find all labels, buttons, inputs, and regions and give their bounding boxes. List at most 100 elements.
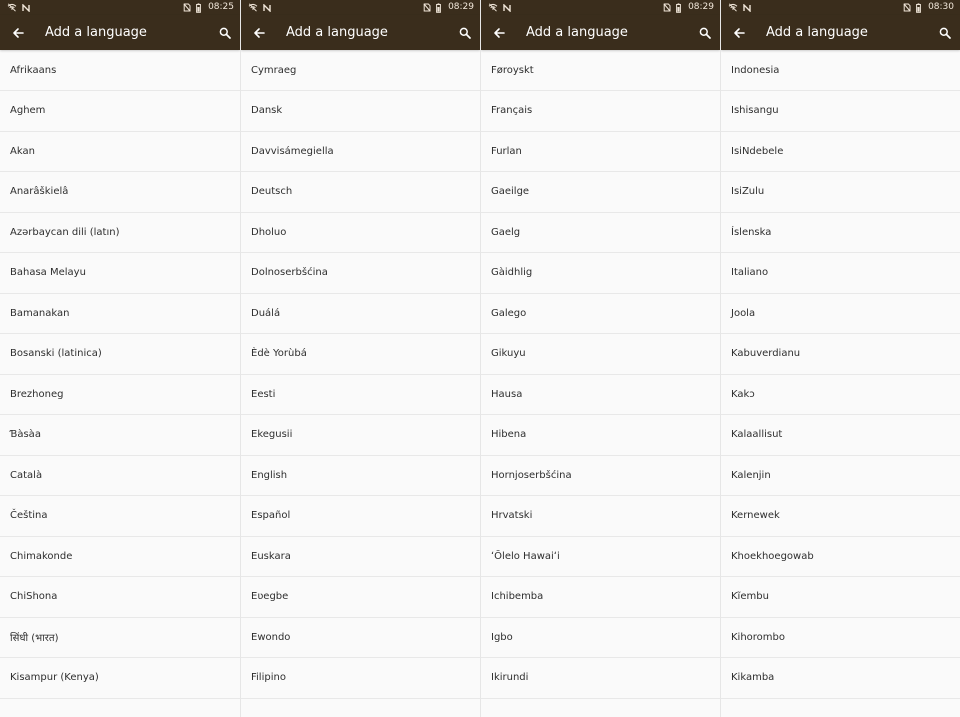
language-item[interactable]: Bosanski (latinica) [0,334,240,375]
search-button[interactable] [938,26,952,40]
language-item[interactable]: Français [481,91,720,132]
language-item[interactable]: Kabuverdianu [721,334,960,375]
search-icon [939,27,951,39]
status-left [7,3,30,12]
arrow-back-icon [253,27,265,39]
language-item[interactable]: Ewondo [241,617,480,658]
language-item[interactable]: Eʋegbe [241,577,480,618]
language-item[interactable]: Eesti [241,374,480,415]
arrow-back-icon [493,27,505,39]
status-bar: 08:30 [721,0,960,15]
language-item[interactable]: Davvisámegiella [241,131,480,172]
language-item[interactable]: Kakɔ [721,374,960,415]
back-button[interactable] [11,26,25,40]
language-item[interactable]: Italiano [721,253,960,294]
language-item[interactable]: Brezhoneg [0,374,240,415]
n-icon [263,3,271,12]
sim-off-icon [663,3,671,12]
language-item[interactable]: ChiShona [0,577,240,618]
language-item[interactable]: English [241,455,480,496]
sim-off-icon [423,3,431,12]
language-item[interactable]: Akan [0,131,240,172]
screenshot-collage: 08:25 Add a language Afrikaans Aghem Aka… [0,0,960,717]
wifi-off-icon [248,3,258,12]
language-item[interactable]: IsiZulu [721,172,960,213]
language-item[interactable]: Català [0,455,240,496]
language-item[interactable]: Føroyskt [481,50,720,91]
status-time: 08:30 [928,2,954,12]
language-item[interactable]: Kisampur (Kenya) [0,658,240,699]
language-item[interactable]: Español [241,496,480,537]
language-item[interactable]: Ɓàsàa [0,415,240,456]
language-item[interactable]: Čeština [0,496,240,537]
page-title: Add a language [286,25,388,40]
language-item[interactable]: Aghem [0,91,240,132]
page-title: Add a language [45,25,147,40]
back-button[interactable] [492,26,506,40]
language-item[interactable]: Gaelg [481,212,720,253]
language-item[interactable]: Gàidhlig [481,253,720,294]
back-button[interactable] [732,26,746,40]
language-item[interactable]: Ikirundi [481,658,720,699]
language-item[interactable]: Joola [721,293,960,334]
status-right: 08:29 [423,3,474,13]
language-item[interactable]: Euskara [241,536,480,577]
language-item[interactable]: सिंधी (भारत) [0,617,240,658]
language-item[interactable]: Hrvatski [481,496,720,537]
n-icon [22,3,30,12]
language-item[interactable]: Gikuyu [481,334,720,375]
status-time: 08:29 [688,2,714,12]
sim-off-icon [903,3,911,12]
language-screen-2: 08:29 Add a language Cymraeg Dansk Davvi… [240,0,480,717]
back-button[interactable] [252,26,266,40]
language-item[interactable]: Chimakonde [0,536,240,577]
language-item[interactable]: Kalaallisut [721,415,960,456]
language-item[interactable]: Azərbaycan dili (latın) [0,212,240,253]
language-item[interactable]: Dholuo [241,212,480,253]
language-item[interactable]: Galego [481,293,720,334]
language-item[interactable]: Bamanakan [0,293,240,334]
search-button[interactable] [698,26,712,40]
page-title: Add a language [766,25,868,40]
language-item[interactable]: Indonesia [721,50,960,91]
language-item[interactable]: IsiNdebele [721,131,960,172]
language-item[interactable]: Kĩembu [721,577,960,618]
language-item[interactable]: Afrikaans [0,50,240,91]
language-item[interactable]: Èdè Yorùbá [241,334,480,375]
search-button[interactable] [458,26,472,40]
language-item[interactable]: Hibena [481,415,720,456]
language-item[interactable]: Khoekhoegowab [721,536,960,577]
language-item[interactable]: Filipino [241,658,480,699]
status-left [728,3,751,12]
app-bar: Add a language [481,15,720,50]
language-item[interactable]: Igbo [481,617,720,658]
language-item[interactable]: Cymraeg [241,50,480,91]
language-item[interactable]: Kihorombo [721,617,960,658]
language-screen-1: 08:25 Add a language Afrikaans Aghem Aka… [0,0,240,717]
search-button[interactable] [218,26,232,40]
status-right: 08:30 [903,3,954,13]
battery-icon [676,2,681,13]
language-item[interactable]: Kalenjin [721,455,960,496]
language-item[interactable]: Furlan [481,131,720,172]
language-item[interactable]: Dolnoserbšćina [241,253,480,294]
n-icon [503,3,511,12]
language-item[interactable]: Íslenska [721,212,960,253]
status-left [248,3,271,12]
language-list: Cymraeg Dansk Davvisámegiella Deutsch Dh… [241,50,480,699]
language-item[interactable]: Gaeilge [481,172,720,213]
language-item[interactable]: Hornjoserbšćina [481,455,720,496]
language-item[interactable]: Duálá [241,293,480,334]
language-item[interactable]: Ekegusii [241,415,480,456]
language-item[interactable]: Hausa [481,374,720,415]
language-item[interactable]: Ishisangu [721,91,960,132]
language-item[interactable]: Kernewek [721,496,960,537]
language-item[interactable]: ʻŌlelo Hawaiʻi [481,536,720,577]
language-item[interactable]: Bahasa Melayu [0,253,240,294]
language-item[interactable]: Ichibemba [481,577,720,618]
n-icon [743,3,751,12]
language-item[interactable]: Kikamba [721,658,960,699]
language-item[interactable]: Dansk [241,91,480,132]
language-item[interactable]: Anarâškielâ [0,172,240,213]
language-item[interactable]: Deutsch [241,172,480,213]
